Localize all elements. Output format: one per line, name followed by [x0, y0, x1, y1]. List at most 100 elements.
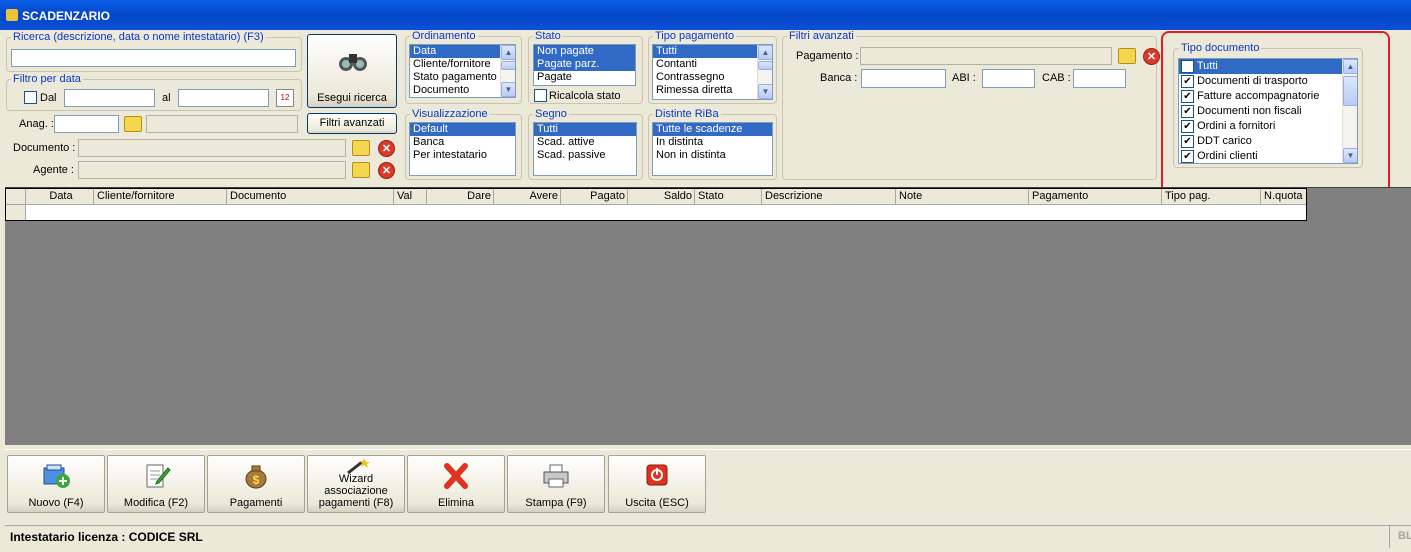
- column-header[interactable]: N.quota: [1261, 189, 1306, 205]
- list-item[interactable]: Rimessa diretta: [653, 84, 772, 97]
- column-header[interactable]: Tipo pag.: [1162, 189, 1261, 205]
- clear-icon[interactable]: ✕: [378, 162, 395, 179]
- list-item[interactable]: Non in distinta: [653, 149, 772, 162]
- print-button[interactable]: Stampa (F9): [507, 455, 605, 513]
- results-table[interactable]: Data Cliente/fornitore Documento Val Dar…: [5, 188, 1307, 221]
- wizard-button[interactable]: Wizard associazione pagamenti (F8): [307, 455, 405, 513]
- tipo-pagamento-list[interactable]: Tutti Contanti Contrassegno Rimessa dire…: [652, 44, 773, 100]
- search-input[interactable]: [11, 49, 296, 67]
- banca-input[interactable]: [861, 69, 946, 88]
- tipo-pagamento-title: Tipo pagamento: [653, 30, 737, 42]
- calendar-icon[interactable]: 12: [276, 89, 294, 107]
- scroll-down-icon[interactable]: ▼: [501, 82, 515, 97]
- folder-icon[interactable]: [352, 140, 370, 156]
- date-to-input[interactable]: [178, 89, 269, 107]
- column-header[interactable]: Pagato: [561, 189, 628, 205]
- exit-button[interactable]: Uscita (ESC): [608, 455, 706, 513]
- list-item[interactable]: ✔ Fatture accompagnatorie: [1179, 89, 1357, 104]
- list-item[interactable]: Pagate parz.: [534, 58, 635, 71]
- scroll-up-icon[interactable]: ▲: [758, 45, 772, 60]
- column-header[interactable]: Stato: [695, 189, 762, 205]
- checkbox-checked-icon[interactable]: ✔: [1181, 59, 1194, 73]
- agente-field: [78, 161, 346, 179]
- date-from-input[interactable]: [64, 89, 155, 107]
- scroll-thumb[interactable]: [501, 61, 515, 70]
- list-item[interactable]: ✔ Documenti non fiscali: [1179, 104, 1357, 119]
- clear-icon[interactable]: ✕: [378, 140, 395, 157]
- scroll-thumb[interactable]: [758, 61, 772, 70]
- list-item[interactable]: ✔ Ordini a fornitori: [1179, 119, 1357, 134]
- segno-list[interactable]: Tutti Scad. attive Scad. passive: [533, 122, 637, 176]
- payments-button[interactable]: $ Pagamenti: [207, 455, 305, 513]
- stato-list[interactable]: Non pagate Pagate parz. Pagate: [533, 44, 636, 86]
- row-selector[interactable]: [6, 205, 26, 220]
- checkbox-checked-icon[interactable]: ✔: [1181, 134, 1194, 148]
- delete-button[interactable]: Elimina: [407, 455, 505, 513]
- advanced-filters-button[interactable]: Filtri avanzati: [307, 113, 397, 134]
- recalc-checkbox[interactable]: [534, 89, 547, 102]
- grid-area[interactable]: [5, 187, 1411, 445]
- column-header[interactable]: Data: [26, 189, 94, 205]
- folder-icon[interactable]: [352, 162, 370, 178]
- list-item[interactable]: ✔ Documenti di trasporto: [1179, 74, 1357, 89]
- abi-input[interactable]: [982, 69, 1035, 88]
- list-item[interactable]: Banca: [410, 136, 515, 149]
- ordinamento-list[interactable]: Data Cliente/fornitore Stato pagamento D…: [409, 44, 516, 98]
- cab-input[interactable]: [1073, 69, 1126, 88]
- list-item[interactable]: Contanti: [653, 58, 772, 71]
- column-header[interactable]: Val: [394, 189, 427, 205]
- folder-icon[interactable]: [1118, 48, 1136, 64]
- printer-icon: [541, 463, 571, 489]
- column-header[interactable]: Avere: [494, 189, 561, 205]
- scrollbar[interactable]: ▲ ▼: [500, 45, 515, 97]
- list-item[interactable]: Scad. passive: [534, 149, 636, 162]
- checkbox-checked-icon[interactable]: ✔: [1181, 119, 1194, 133]
- visualizzazione-list[interactable]: Default Banca Per intestatario: [409, 122, 516, 176]
- list-item[interactable]: Contrassegno: [653, 71, 772, 84]
- distinte-list[interactable]: Tutte le scadenze In distinta Non in dis…: [652, 122, 773, 176]
- list-item[interactable]: Tutti: [653, 45, 772, 58]
- scroll-down-icon[interactable]: ▼: [758, 84, 772, 99]
- list-item-label: Documenti di trasporto: [1197, 75, 1308, 87]
- column-header[interactable]: Note: [896, 189, 1029, 205]
- scroll-down-icon[interactable]: ▼: [1343, 148, 1357, 163]
- table-row[interactable]: [26, 205, 1306, 220]
- list-item[interactable]: Tutti: [534, 123, 636, 136]
- list-item[interactable]: Pagate: [534, 71, 635, 84]
- tipo-documento-list[interactable]: ✔ Tutti ✔ Documenti di trasporto ✔ Fattu…: [1178, 58, 1358, 164]
- checkbox-checked-icon[interactable]: ✔: [1181, 74, 1194, 88]
- column-header[interactable]: Descrizione: [762, 189, 896, 205]
- list-item[interactable]: ✔ DDT carico: [1179, 134, 1357, 149]
- column-header[interactable]: Pagamento: [1029, 189, 1162, 205]
- scroll-thumb[interactable]: [1343, 76, 1357, 106]
- scrollbar[interactable]: ▲ ▼: [1342, 59, 1357, 163]
- list-item[interactable]: ✔ Ordini clienti: [1179, 149, 1357, 163]
- edit-button[interactable]: Modifica (F2): [107, 455, 205, 513]
- date-filter-checkbox[interactable]: [24, 91, 37, 104]
- scrollbar[interactable]: ▲ ▼: [757, 45, 772, 99]
- cab-label: CAB :: [1042, 72, 1071, 84]
- checkbox-checked-icon[interactable]: ✔: [1181, 149, 1194, 163]
- search-label: Ricerca (descrizione, data o nome intest…: [11, 31, 266, 43]
- list-item[interactable]: Non pagate: [534, 45, 635, 58]
- folder-icon[interactable]: [124, 116, 142, 132]
- clear-icon[interactable]: ✕: [1143, 48, 1160, 65]
- checkbox-checked-icon[interactable]: ✔: [1181, 89, 1194, 103]
- column-header[interactable]: Documento: [227, 189, 394, 205]
- scroll-up-icon[interactable]: ▲: [501, 45, 515, 60]
- list-item[interactable]: Tutte le scadenze: [653, 123, 772, 136]
- new-button[interactable]: Nuovo (F4): [7, 455, 105, 513]
- column-header[interactable]: Dare: [427, 189, 494, 205]
- scroll-up-icon[interactable]: ▲: [1343, 59, 1357, 74]
- column-header[interactable]: Saldo: [628, 189, 695, 205]
- list-item[interactable]: In distinta: [653, 136, 772, 149]
- checkbox-checked-icon[interactable]: ✔: [1181, 104, 1194, 118]
- search-button[interactable]: Esegui ricerca: [307, 34, 397, 108]
- column-header[interactable]: Cliente/fornitore: [94, 189, 227, 205]
- list-item[interactable]: Default: [410, 123, 515, 136]
- list-item[interactable]: ✔ Tutti: [1179, 59, 1357, 74]
- list-item[interactable]: Per intestatario: [410, 149, 515, 162]
- anag-input[interactable]: [54, 115, 119, 133]
- list-item[interactable]: Scad. attive: [534, 136, 636, 149]
- payments-button-label: Pagamenti: [229, 497, 283, 509]
